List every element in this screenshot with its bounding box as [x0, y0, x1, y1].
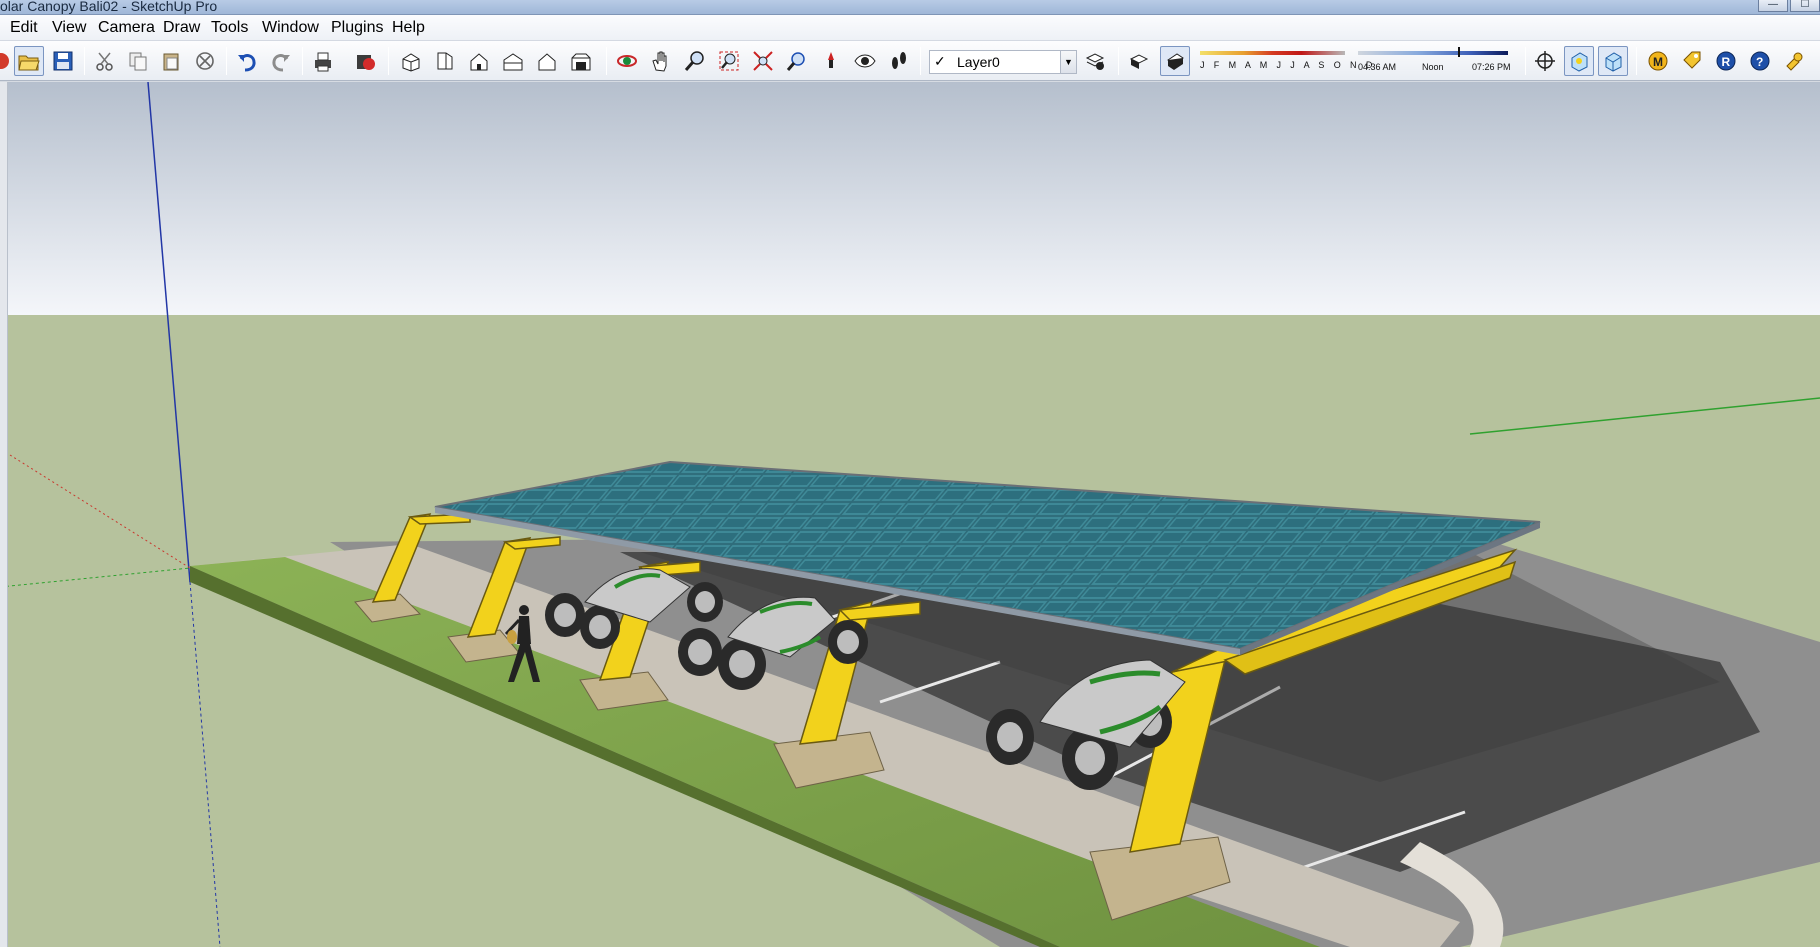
plugin-m-icon[interactable]: M	[1643, 46, 1673, 76]
shadow-months-label: J F M A M J J A S O N D	[1200, 60, 1376, 70]
chevron-down-icon[interactable]: ▼	[1060, 51, 1076, 73]
print-icon[interactable]	[308, 46, 338, 76]
shadow-time-slider[interactable]: 04:36 AM Noon 07:26 PM	[1358, 47, 1518, 75]
iso-view-icon[interactable]	[396, 46, 426, 76]
help-icon[interactable]: ?	[1745, 46, 1775, 76]
shadow-time-track[interactable]	[1358, 51, 1508, 55]
undo-icon[interactable]	[232, 46, 262, 76]
model-info-icon[interactable]	[350, 46, 380, 76]
paste-icon[interactable]	[156, 46, 186, 76]
scene-canvas[interactable]	[0, 82, 1820, 947]
shadow-time-start: 04:36 AM	[1358, 62, 1397, 72]
menu-help[interactable]: Help	[392, 19, 425, 37]
layer-name: Layer0	[957, 54, 1000, 70]
menu-edit[interactable]: Edit	[10, 19, 38, 37]
look-around-icon[interactable]	[850, 46, 880, 76]
shadow-date-track[interactable]	[1200, 51, 1345, 55]
section-cut-icon[interactable]	[1598, 46, 1628, 76]
zoom-icon[interactable]	[680, 46, 710, 76]
top-view-icon[interactable]	[430, 46, 460, 76]
shadow-settings-icon[interactable]	[1124, 46, 1154, 76]
maximize-button[interactable]: ☐	[1790, 0, 1820, 12]
menu-draw[interactable]: Draw	[163, 19, 200, 37]
menu-view[interactable]: View	[52, 19, 86, 37]
menu-window[interactable]: Window	[262, 19, 319, 37]
copy-icon[interactable]	[123, 46, 153, 76]
front-view-icon[interactable]	[464, 46, 494, 76]
window-title: olar Canopy Bali02 - SketchUp Pro	[0, 0, 218, 14]
model-viewport[interactable]	[0, 82, 1820, 947]
open-icon[interactable]	[14, 46, 44, 76]
shadow-time-thumb[interactable]	[1458, 47, 1460, 57]
viewport-left-edge	[0, 82, 8, 947]
back-view-icon[interactable]	[532, 46, 562, 76]
shadow-time-noon: Noon	[1422, 62, 1444, 72]
menu-camera[interactable]: Camera	[98, 19, 155, 37]
previous-view-icon[interactable]	[782, 46, 812, 76]
plugin-r-icon[interactable]: R	[1711, 46, 1741, 76]
orbit-icon[interactable]	[612, 46, 642, 76]
erase-icon[interactable]	[190, 46, 220, 76]
minimize-button[interactable]: —	[1758, 0, 1788, 12]
left-view-icon[interactable]	[566, 46, 596, 76]
walk-icon[interactable]	[884, 46, 914, 76]
position-camera-icon[interactable]	[816, 46, 846, 76]
shadow-date-slider[interactable]: J F M A M J J A S O N D	[1200, 47, 1372, 75]
pan-icon[interactable]	[646, 46, 676, 76]
zoom-extents-icon[interactable]	[748, 46, 778, 76]
svg-text:M: M	[1653, 55, 1663, 69]
axes-icon[interactable]	[1530, 46, 1560, 76]
layer-visible-check: ✓	[934, 53, 946, 69]
section-plane-icon[interactable]	[1564, 46, 1594, 76]
right-view-icon[interactable]	[498, 46, 528, 76]
sky	[0, 82, 1820, 315]
layer-manager-icon[interactable]	[1080, 46, 1110, 76]
redo-icon[interactable]	[266, 46, 296, 76]
title-bar: olar Canopy Bali02 - SketchUp Pro — ☐	[0, 0, 1820, 15]
layer-select[interactable]: ✓ Layer0 ▼	[929, 50, 1077, 74]
toolbar: ✓ Layer0 ▼ J F M A M J J A S O N D 04:36…	[0, 41, 1820, 81]
shadow-time-end: 07:26 PM	[1472, 62, 1511, 72]
menu-tools[interactable]: Tools	[211, 19, 248, 37]
plugin-key-icon[interactable]	[1779, 46, 1809, 76]
menu-bar: Edit View Camera Draw Tools Window Plugi…	[0, 15, 1820, 41]
svg-text:R: R	[1722, 55, 1731, 69]
display-shadows-icon[interactable]	[1160, 46, 1190, 76]
plugin-tag-icon[interactable]	[1677, 46, 1707, 76]
svg-text:?: ?	[1756, 55, 1763, 69]
cut-icon[interactable]	[90, 46, 120, 76]
menu-plugins[interactable]: Plugins	[331, 19, 383, 37]
zoom-window-icon[interactable]	[714, 46, 744, 76]
save-icon[interactable]	[48, 46, 78, 76]
